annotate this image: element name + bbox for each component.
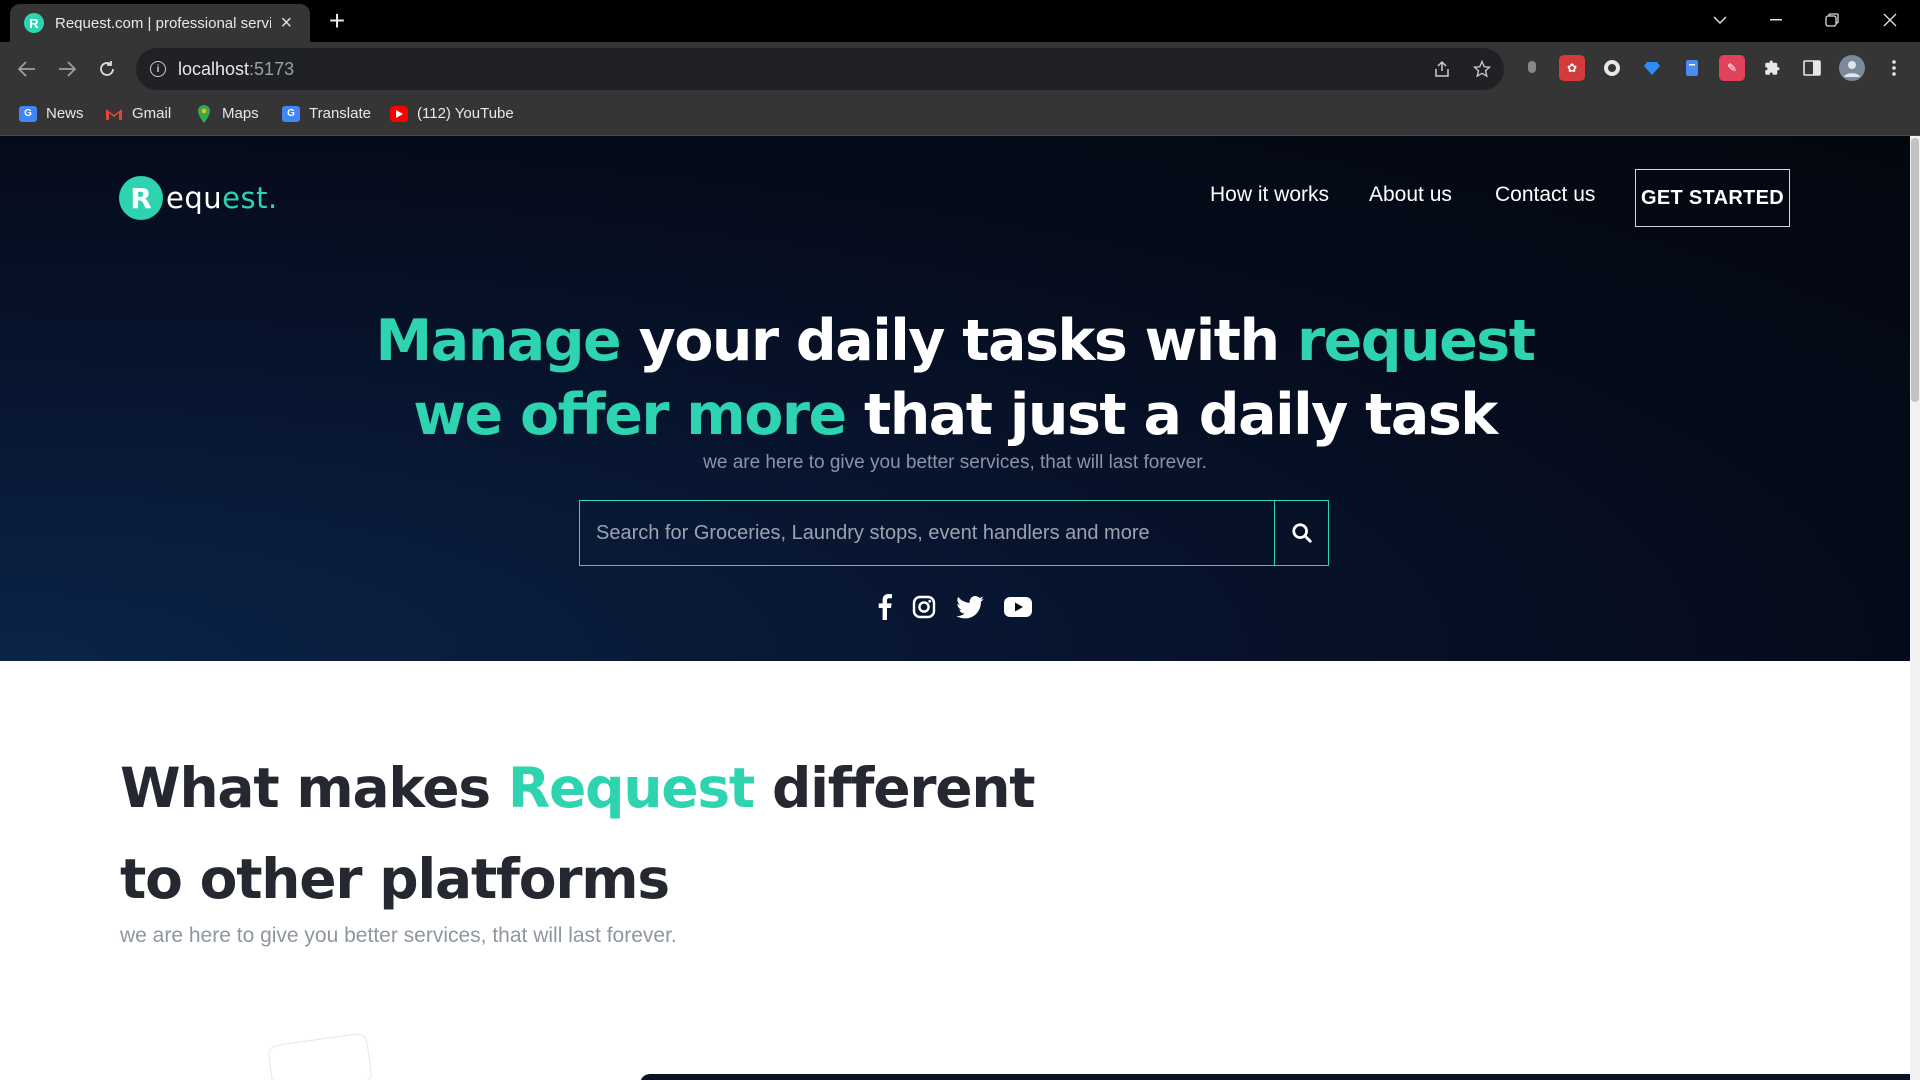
facebook-icon[interactable] <box>878 594 892 620</box>
get-started-button[interactable]: GET STARTED <box>1635 169 1790 227</box>
share-icon[interactable] <box>1430 57 1454 81</box>
scrollbar-thumb[interactable] <box>1911 138 1919 402</box>
page-viewport: R equest. How it works About us Contact … <box>0 136 1910 1080</box>
address-bar[interactable]: i localhost:5173 <box>136 48 1504 90</box>
browser-toolbar: i localhost:5173 ✿ ✎ <box>0 42 1920 96</box>
side-panel-icon[interactable] <box>1799 55 1825 81</box>
extension-gem-icon[interactable] <box>1639 55 1665 81</box>
hero-headline: Manage your daily tasks with request we … <box>375 308 1536 448</box>
twitter-icon[interactable] <box>956 595 984 619</box>
bookmark-maps[interactable]: Maps <box>195 104 259 123</box>
logo-mark-icon: R <box>119 176 163 220</box>
tab-search-icon[interactable] <box>1692 0 1748 40</box>
request-favicon-icon: R <box>24 13 44 33</box>
nav-about-us[interactable]: About us <box>1369 183 1452 207</box>
translate-icon: G <box>282 105 300 122</box>
search-input[interactable] <box>580 501 1274 565</box>
bookmark-gmail[interactable]: Gmail <box>105 105 171 122</box>
bookmark-news[interactable]: G News <box>19 105 84 122</box>
profile-avatar[interactable] <box>1839 55 1865 81</box>
section-subtitle: we are here to give you better services,… <box>120 924 677 947</box>
new-tab-button[interactable]: + <box>322 6 352 36</box>
menu-kebab-icon[interactable] <box>1881 55 1907 81</box>
reload-icon[interactable] <box>92 54 122 84</box>
social-links <box>878 594 1032 620</box>
extensions-puzzle-icon[interactable] <box>1759 55 1785 81</box>
browser-tab[interactable]: R Request.com | professional servic × <box>10 4 310 42</box>
google-news-icon: G <box>19 105 37 122</box>
decorative-card-outline <box>267 1032 373 1080</box>
decorative-dark-band <box>640 1074 1910 1080</box>
nav-contact-us[interactable]: Contact us <box>1495 183 1595 207</box>
youtube-icon[interactable] <box>1004 597 1032 617</box>
site-logo[interactable]: R equest. <box>119 176 278 220</box>
close-icon[interactable]: × <box>277 12 296 35</box>
browser-tab-strip: R Request.com | professional servic × + <box>0 0 1920 42</box>
hero-section: R equest. How it works About us Contact … <box>0 136 1910 661</box>
youtube-icon <box>390 105 408 122</box>
instagram-icon[interactable] <box>912 595 936 619</box>
bookmark-youtube[interactable]: (112) YouTube <box>390 105 514 122</box>
gmail-icon <box>105 106 123 122</box>
forward-icon[interactable] <box>52 54 82 84</box>
extension-mic-icon[interactable] <box>1519 55 1545 81</box>
bookmark-star-icon[interactable] <box>1470 57 1494 81</box>
hero-subtitle: we are here to give you better services,… <box>703 452 1207 473</box>
search-button[interactable] <box>1274 501 1328 565</box>
site-info-icon[interactable]: i <box>150 61 166 77</box>
url-text[interactable]: localhost:5173 <box>178 59 294 80</box>
nav-how-it-works[interactable]: How it works <box>1210 183 1329 207</box>
extension-pink-icon[interactable]: ✎ <box>1719 55 1745 81</box>
minimize-icon[interactable] <box>1748 0 1804 40</box>
bookmark-translate[interactable]: G Translate <box>282 105 371 122</box>
search-bar <box>579 500 1329 566</box>
back-icon[interactable] <box>12 54 42 84</box>
window-close-icon[interactable] <box>1862 0 1918 40</box>
extension-doc-icon[interactable] <box>1679 55 1705 81</box>
maps-icon <box>195 104 213 123</box>
extension-red-icon[interactable]: ✿ <box>1559 55 1585 81</box>
section-title: What makes Request different to other pl… <box>120 756 1036 911</box>
extension-circle-icon[interactable] <box>1599 55 1625 81</box>
restore-icon[interactable] <box>1804 0 1860 40</box>
tab-title: Request.com | professional servic <box>55 14 271 32</box>
search-icon <box>1291 523 1312 543</box>
bookmarks-bar: G News Gmail Maps G Translate (112) YouT… <box>0 96 1920 136</box>
page-scrollbar[interactable] <box>1910 136 1920 1080</box>
